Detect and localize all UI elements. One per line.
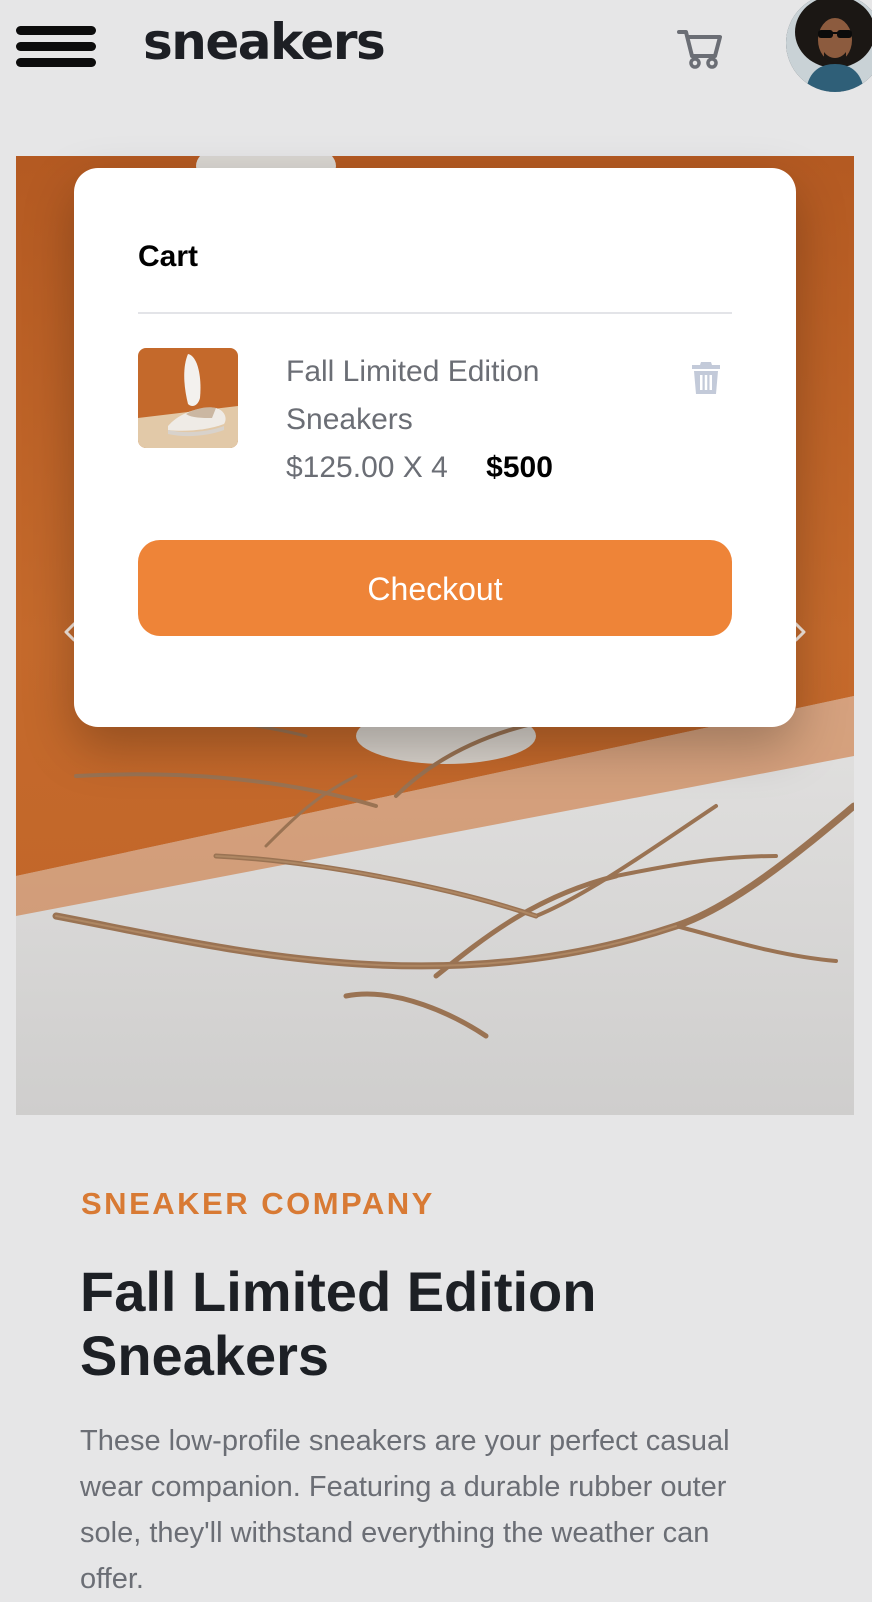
cart-item-quantity: X 4 xyxy=(402,451,448,484)
user-avatar[interactable] xyxy=(786,0,872,92)
cart-popup: Cart Fall Limited Edition Sneakers $125.… xyxy=(74,168,796,727)
logo: sneakers xyxy=(143,13,386,71)
avatar-image xyxy=(786,0,872,92)
menu-button[interactable] xyxy=(16,26,96,68)
hamburger-menu-icon xyxy=(16,26,96,35)
product-title: Fall Limited Edition Sneakers xyxy=(80,1260,597,1387)
trash-icon xyxy=(692,362,720,394)
cart-item-price-line: $125.00 X 4 $500 xyxy=(286,444,553,492)
cart-item-unit-price: $125.00 xyxy=(286,451,395,484)
cart-title: Cart xyxy=(138,240,199,273)
cart-button[interactable] xyxy=(677,26,723,70)
delete-item-button[interactable] xyxy=(690,360,722,396)
company-label: SNEAKER COMPANY xyxy=(81,1186,435,1221)
checkout-button[interactable]: Checkout xyxy=(138,540,732,636)
product-description: These low-profile sneakers are your perf… xyxy=(80,1425,730,1595)
cart-divider xyxy=(138,312,732,314)
cart-item-thumbnail[interactable] xyxy=(138,348,238,448)
hamburger-menu-icon-bar xyxy=(16,42,96,51)
hamburger-menu-icon-bar xyxy=(16,58,96,67)
cart-icon xyxy=(677,30,722,69)
cart-item-total: $500 xyxy=(486,451,553,484)
cart-item-name: Fall Limited Edition Sneakers xyxy=(286,355,540,436)
sneaker-thumbnail-image xyxy=(138,348,238,448)
